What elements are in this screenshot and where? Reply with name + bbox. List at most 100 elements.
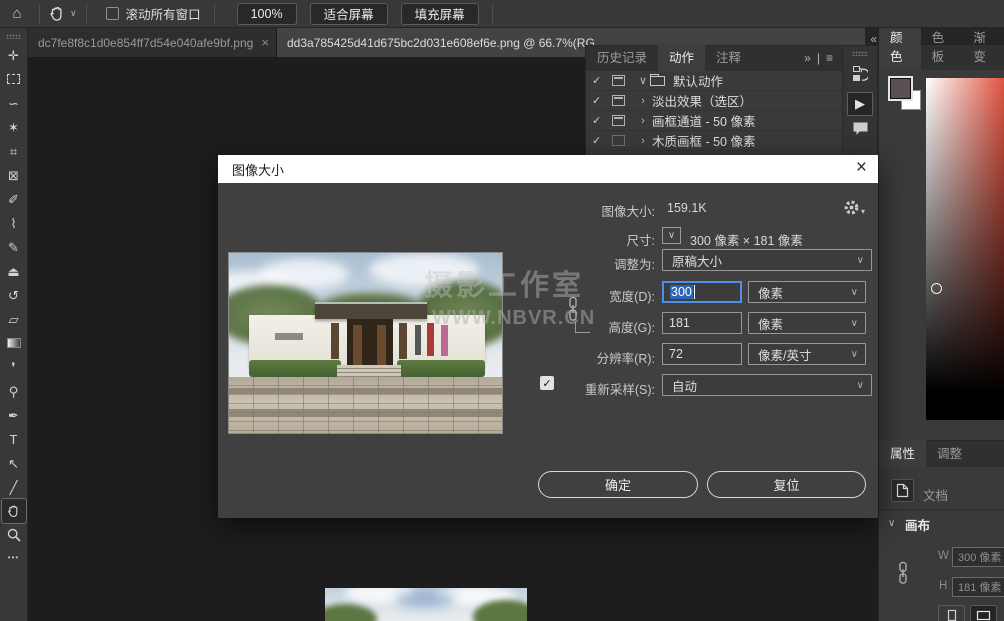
portrait-orientation-button[interactable] [938,605,965,621]
tab-properties[interactable]: 属性 [879,439,926,467]
reset-button[interactable]: 复位 [707,471,866,498]
tab-notes[interactable]: 注释 [705,43,752,71]
tab-color[interactable]: 颜色 [879,23,921,70]
zoom-tool[interactable] [2,523,26,547]
panel-menu-icon[interactable]: ≡ [826,51,833,65]
color-panel-tabs: 颜色 色板 渐变 [879,45,1004,70]
chevron-down-icon[interactable]: ∨ [70,8,77,19]
healing-brush-tool[interactable]: ⌇ [2,211,26,235]
foreground-color-swatch[interactable] [890,78,911,99]
rectangular-marquee-tool[interactable] [2,67,26,91]
blur-tool[interactable]: ❜ [2,355,26,379]
tree [325,604,377,621]
action-row[interactable]: ✓∨默认动作 [586,71,844,91]
frame-tool[interactable]: ⊠ [2,163,26,187]
action-dialog-toggle[interactable] [612,115,625,126]
color-picker-field[interactable] [926,78,1004,420]
tab-swatches[interactable]: 色板 [921,23,963,70]
scroll-all-windows-checkbox[interactable] [106,7,119,20]
crop-tool[interactable]: ⌗ [2,139,26,163]
resolution-unit-dropdown[interactable]: 像素/英寸 ∨ [748,343,866,365]
canvas-width-field[interactable]: 300 像素 [952,547,1004,567]
lasso-tool[interactable]: ∽ [2,91,26,115]
play-action-button[interactable]: ▶ [847,92,873,116]
height-unit-dropdown[interactable]: 像素 ∨ [748,312,866,334]
action-row[interactable]: ✓ ›画框通道 - 50 像素 [586,111,844,131]
action-row[interactable]: ✓›木质画框 - 50 像素 [586,131,844,151]
height-input[interactable]: 181 [662,312,742,334]
landscape-orientation-button[interactable] [970,605,997,621]
type-tool[interactable]: T [2,427,26,451]
dialog-titlebar[interactable]: 图像大小 × [218,155,878,183]
fit-to-dropdown[interactable]: 原稿大小 ∨ [662,249,872,271]
hand-tool-icon[interactable] [49,5,66,22]
action-enabled-check[interactable]: ✓ [592,114,605,127]
brush-tool[interactable]: ✎ [2,235,26,259]
panel-grip[interactable] [852,51,868,56]
fit-screen-button[interactable]: 适合屏幕 [310,3,388,25]
action-dialog-toggle[interactable] [612,95,625,106]
dialog-title: 图像大小 [232,160,284,179]
action-label: 画框通道 - 50 像素 [652,111,756,130]
dialog-options-gear-icon[interactable]: ▾ [843,199,865,216]
window-slot [399,323,407,359]
resample-dropdown[interactable]: 自动 ∨ [662,374,872,396]
action-enabled-check[interactable]: ✓ [592,94,605,107]
chevron-right-icon[interactable]: › [636,115,650,127]
ok-button[interactable]: 确定 [538,471,698,498]
close-icon[interactable]: × [261,35,269,50]
canvas-height-field[interactable]: 181 像素 [952,577,1004,597]
action-enabled-check[interactable]: ✓ [592,134,605,147]
chevron-down-icon[interactable]: ∨ [636,74,650,87]
history-brush-tool[interactable]: ↺ [2,283,26,307]
color-picker-cursor[interactable] [931,283,942,294]
canvas-document-image[interactable] [325,588,527,621]
document-tab-1[interactable]: dc7fe8f8c1d0e854ff7d54e040afe9bf.png × [28,28,277,57]
width-input[interactable]: 300 [662,281,742,303]
plaza-band [229,388,503,394]
height-unit-value: 像素 [758,314,783,333]
action-row[interactable]: ✓›淡出效果（选区） [586,91,844,111]
pen-tool[interactable]: ✒ [2,403,26,427]
dimensions-unit-dropdown[interactable]: ∨ [662,227,681,244]
fill-screen-button[interactable]: 填充屏幕 [401,3,479,25]
document-tab-1-label: dc7fe8f8c1d0e854ff7d54e040afe9bf.png [38,36,253,50]
magic-wand-tool[interactable]: ✶ [2,115,26,139]
collapse-panels-icon[interactable]: « [870,32,876,46]
properties-panel: 属性 调整 文档 ∨ 画布 W 300 像素 H 181 像素 [878,440,1004,621]
notes-panel-icon[interactable] [852,121,869,139]
chevron-right-icon[interactable]: › [636,135,650,147]
gradient-tool[interactable] [2,331,26,355]
move-tool[interactable]: ✛ [2,43,26,67]
panel-overflow-icon[interactable]: » [804,51,811,65]
width-unit-dropdown[interactable]: 像素 ∨ [748,281,866,303]
line-tool[interactable]: ╱ [2,475,26,499]
tab-adjustments[interactable]: 调整 [926,439,973,467]
caret-down-icon: ▾ [861,207,865,216]
resolution-input[interactable]: 72 [662,343,742,365]
panel-grip[interactable] [6,34,21,39]
clone-stamp-tool[interactable]: ⏏ [2,259,26,283]
edit-toolbar-icon[interactable]: ••• [0,553,27,562]
path-selection-tool[interactable]: ↖ [2,451,26,475]
action-enabled-check[interactable]: ✓ [592,74,605,87]
eraser-tool[interactable]: ▱ [2,307,26,331]
tab-gradients[interactable]: 渐变 [962,23,1004,70]
chevron-down-icon[interactable]: ∨ [888,518,895,529]
tools-panel: ✛ ∽✶⌗⊠✐⌇✎⏏↺▱ ❜⚲✒T↖╱ ••• [0,28,28,621]
dodge-tool[interactable]: ⚲ [2,379,26,403]
home-icon[interactable]: ⌂ [4,5,30,22]
tab-actions[interactable]: 动作 [658,43,705,71]
hand-tool[interactable] [2,499,26,523]
chevron-right-icon[interactable]: › [636,95,650,107]
close-icon[interactable]: × [856,158,867,177]
eyedropper-tool[interactable]: ✐ [2,187,26,211]
color-panel: 颜色 色板 渐变 [878,45,1004,440]
zoom-100-button[interactable]: 100% [237,3,297,25]
image-preview[interactable] [228,252,503,434]
link-dimensions-icon[interactable] [897,561,909,588]
history-panel-icon[interactable] [852,65,868,86]
action-dialog-toggle[interactable] [612,75,625,86]
action-dialog-toggle[interactable] [612,135,625,146]
tab-history[interactable]: 历史记录 [586,43,658,71]
